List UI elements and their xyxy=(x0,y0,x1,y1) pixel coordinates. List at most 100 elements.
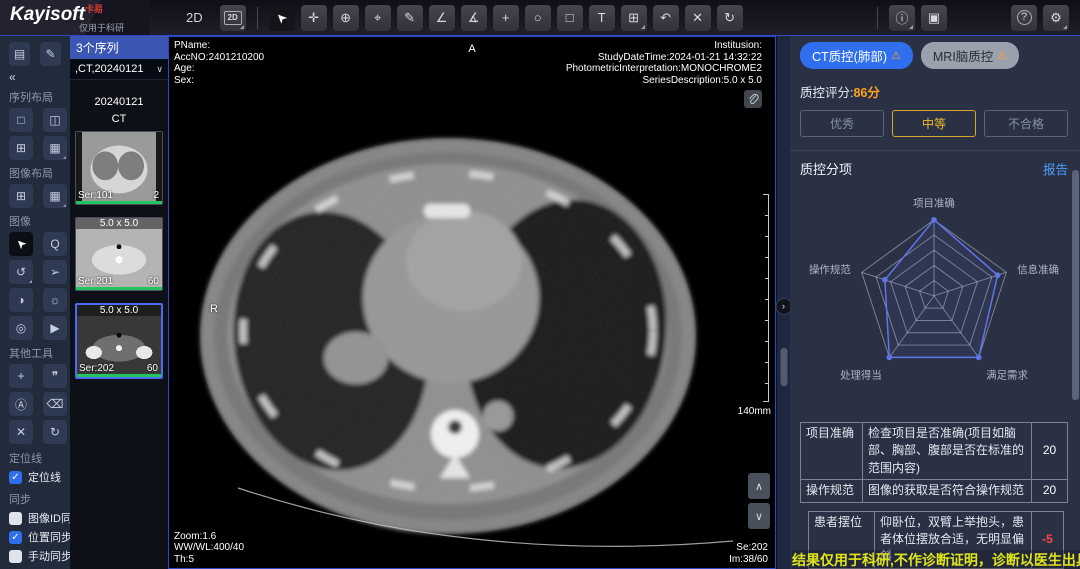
qc-panel-scrollbar-thumb[interactable] xyxy=(1072,170,1079,400)
app-window: Kayisoft卡易 仅用于科研 2D 2D ➤ ✛ ⊕ xyxy=(0,0,1080,569)
series-layout-1x2[interactable]: ◫ xyxy=(43,108,67,132)
close-tool[interactable]: ✕ xyxy=(9,420,33,444)
series-thumbnail[interactable]: 5.0 x 5.0 Ser:202 60 xyxy=(75,303,163,379)
app-group: ? ⚙ xyxy=(1008,5,1072,31)
checkbox[interactable] xyxy=(9,531,22,544)
cursor-tool[interactable]: ➤ xyxy=(269,5,295,31)
settings-button[interactable]: ⚙ xyxy=(1043,5,1069,31)
thumbnail-series-desc: 5.0 x 5.0 xyxy=(76,218,162,229)
cobb-angle-tool[interactable]: ∡ xyxy=(461,5,487,31)
probe-tool[interactable]: + xyxy=(493,5,519,31)
checkbox-row[interactable]: 图像ID同步 xyxy=(9,510,61,526)
measure-line-tool[interactable]: ✎ xyxy=(397,5,423,31)
rail-icon: ✕ xyxy=(16,425,26,439)
paperclip-attach-button[interactable] xyxy=(744,90,762,108)
series-layout-1x1[interactable]: □ xyxy=(9,108,33,132)
magnifier-a-tool[interactable]: Ⓐ xyxy=(9,392,33,416)
qc-tab[interactable]: CT质控(肺部) ⚠ xyxy=(800,42,913,69)
crosshair-tool[interactable]: + xyxy=(9,364,33,388)
rail-section: 其他工具 +❞Ⓐ⌫✕↻ xyxy=(9,345,61,444)
svg-text:项目准确: 项目准确 xyxy=(913,197,955,210)
thumbnail-loaded-bar xyxy=(76,287,162,290)
info-button[interactable]: ⓘ xyxy=(889,5,915,31)
orientation-marker-anterior: A xyxy=(468,44,475,56)
ellipse-roi-tool[interactable]: ○ xyxy=(525,5,551,31)
layout-2d-button[interactable]: 2D xyxy=(220,5,246,31)
checkbox[interactable] xyxy=(9,512,22,525)
rail-icon: □ xyxy=(17,113,24,127)
collapse-rail-button[interactable]: « xyxy=(9,70,16,84)
rail-icon: ✎ xyxy=(45,47,55,61)
pan-tool[interactable]: ✛ xyxy=(301,5,327,31)
localizer-tool[interactable]: ◎ xyxy=(9,316,33,340)
tool-icon: ✕ xyxy=(692,10,703,26)
qc-tab[interactable]: MRI脑质控 ⚠ xyxy=(921,42,1019,69)
divider-scrollbar-thumb[interactable] xyxy=(780,348,787,386)
reset-tool[interactable]: ↻ xyxy=(43,420,67,444)
play-tool[interactable]: ▶ xyxy=(43,316,67,340)
qc-score-table: 项目准确 检查项目是否准确(项目如脑部、胸部、腹部是否在标准的范围内容) 20 … xyxy=(800,422,1068,503)
qc-item-desc: 图像的获取是否符合操作规范 xyxy=(863,480,1032,502)
scroll-prev-image-button[interactable]: ∧ xyxy=(748,473,770,499)
checkbox-row[interactable]: 位置同步 xyxy=(9,529,61,545)
rail-icon: ⊞ xyxy=(16,189,26,203)
logo-tagline: 仅用于科研 xyxy=(10,24,142,33)
rotate-tool[interactable]: ↺ xyxy=(9,260,33,284)
checkbox-label: 定位线 xyxy=(28,469,61,485)
image-layout-grid[interactable]: ▦ xyxy=(43,184,67,208)
checkbox[interactable] xyxy=(9,550,22,563)
scroll-next-image-button[interactable]: ∨ xyxy=(748,503,770,529)
eraser-tool[interactable]: ⌫ xyxy=(43,392,67,416)
checkbox-row[interactable]: 定位线 xyxy=(9,469,61,485)
qc-item-name: 项目准确 xyxy=(801,423,863,480)
tool-icon: ∡ xyxy=(468,10,480,26)
qc-score-value: 86分 xyxy=(853,86,879,100)
paperclip-icon xyxy=(747,93,759,105)
text-annotate-tool[interactable]: T xyxy=(589,5,615,31)
reset-view-tool[interactable]: ↻ xyxy=(717,5,743,31)
tool-icon: □ xyxy=(566,10,574,25)
grade-button[interactable]: 优秀 xyxy=(800,110,884,137)
image-layout-2x2[interactable]: ⊞ xyxy=(9,184,33,208)
checkbox-row[interactable]: 手动同步 xyxy=(9,548,61,564)
series-thumbnail[interactable]: 5.0 x 5.0 Ser:201 60 xyxy=(75,217,163,291)
undo-tool[interactable]: ↶ xyxy=(653,5,679,31)
grade-button[interactable]: 不合格 xyxy=(984,110,1068,137)
rect-roi-tool[interactable]: □ xyxy=(557,5,583,31)
series-list-button[interactable]: ▤ xyxy=(9,42,30,66)
report-edit-button[interactable]: ✎ xyxy=(40,42,61,66)
window-level-tool[interactable]: ⌖ xyxy=(365,5,391,31)
invert-tool[interactable]: ◑ xyxy=(9,288,33,312)
study-dropdown[interactable]: ,CT,20240121 ∨ xyxy=(70,59,168,80)
report-link[interactable]: 报告 xyxy=(1043,159,1068,178)
qc-table-row: 项目准确 检查项目是否准确(项目如脑部、胸部、腹部是否在标准的范围内容) 20 xyxy=(801,423,1068,480)
overlay-line: Se:202 xyxy=(729,542,768,554)
viewport[interactable]: PName:AccNO:2401210200Age:Sex: A R Insti… xyxy=(168,36,776,569)
series-thumbnail[interactable]: Ser:101 2 xyxy=(75,131,163,205)
zoom-ww-overlay: Zoom:1.6WW/WL:400/40Th:5 xyxy=(174,531,244,566)
panel-divider xyxy=(790,150,1080,151)
tool-group: ➤ ✛ ⊕ ⌖ ✎ ∠ xyxy=(266,5,746,31)
save-button[interactable]: ▣ xyxy=(921,5,947,31)
series-layout-grid[interactable]: ▦ xyxy=(43,136,67,160)
top-toolbar: Kayisoft卡易 仅用于科研 2D 2D ➤ ✛ ⊕ xyxy=(0,0,1080,36)
rail-icon: ▤ xyxy=(14,47,25,61)
overlay-line: Im:38/60 xyxy=(729,554,768,566)
cursor-tool[interactable]: ➤ xyxy=(9,232,33,256)
thumbnail-image-count: 60 xyxy=(148,276,159,287)
panel-divider-strip: › xyxy=(776,36,790,569)
series-layout-2x2[interactable]: ⊞ xyxy=(9,136,33,160)
zoom-tool[interactable]: ⊕ xyxy=(333,5,359,31)
magnify-tool[interactable]: Q xyxy=(43,232,67,256)
annotation-bubble-tool[interactable]: ❞ xyxy=(43,364,67,388)
brightness-tool[interactable]: ☼ xyxy=(43,288,67,312)
cine-tool[interactable]: ➢ xyxy=(43,260,67,284)
viewport-layout-tool[interactable]: ⊞ xyxy=(621,5,647,31)
tool-icon: ⊕ xyxy=(340,10,351,26)
angle-tool[interactable]: ∠ xyxy=(429,5,455,31)
delete-annotation-tool[interactable]: ✕ xyxy=(685,5,711,31)
grade-button[interactable]: 中等 xyxy=(892,110,976,137)
rail-grid: □◫⊞▦ xyxy=(9,108,61,160)
help-button[interactable]: ? xyxy=(1011,5,1037,31)
checkbox[interactable] xyxy=(9,471,22,484)
